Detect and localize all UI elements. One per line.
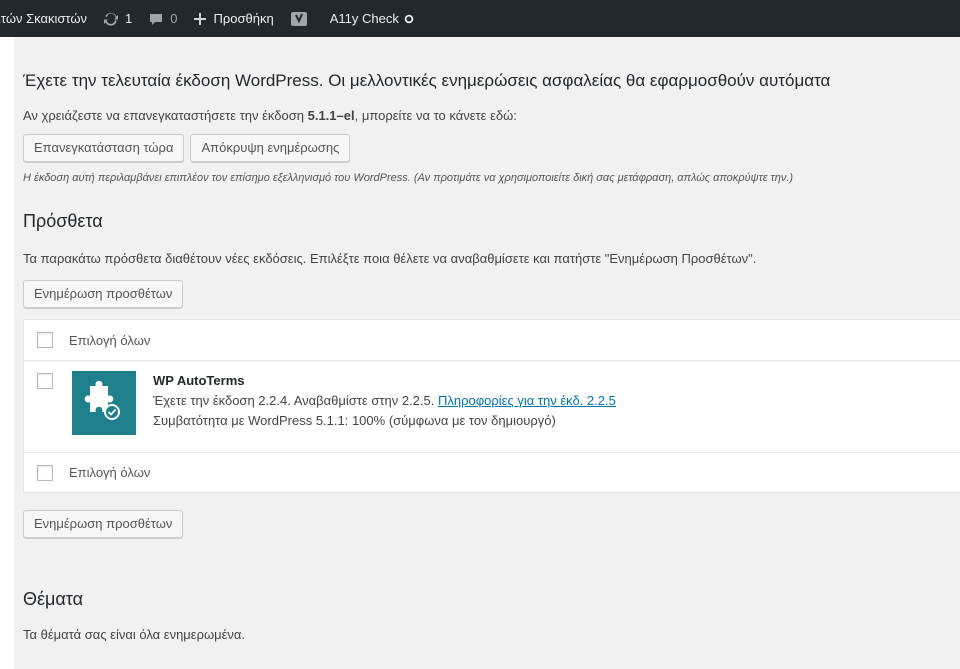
admin-bar: ιτών Σκακιστών 1 0 Προσθήκη A11y Check [0,0,960,37]
puzzle-check-icon [72,371,136,435]
comments-link[interactable]: 0 [140,0,185,37]
a11y-status-icon [404,14,414,24]
yoast-icon [290,10,308,28]
new-content-label: Προσθήκη [213,11,274,26]
plus-icon [193,12,207,26]
a11y-check-link[interactable]: A11y Check [322,0,422,37]
plugin-info: WP AutoTerms Έχετε την έκδοση 2.2.4. Ανα… [153,371,616,431]
hide-update-button[interactable]: Απόκρυψη ενημέρωσης [190,134,351,162]
updates-count: 1 [125,11,133,26]
select-all-row-top: Επιλογή όλων [24,320,960,360]
left-strip [0,37,14,669]
select-all-label-bottom[interactable]: Επιλογή όλων [69,465,150,480]
select-all-checkbox-bottom[interactable] [37,464,53,481]
main-content: Έχετε την τελευταία έκδοση WordPress. Οι… [23,37,960,642]
plugin-row: WP AutoTerms Έχετε την έκδοση 2.2.4. Ανα… [24,360,960,452]
yoast-link[interactable] [282,0,322,37]
plugin-compat-text: Συμβατότητα με WordPress 5.1.1: 100% (σύ… [153,413,556,428]
reinstall-text-suffix: , μπορείτε να το κάνετε εδώ: [354,108,517,123]
site-name-link[interactable]: ιτών Σκακιστών [0,0,95,37]
comments-count: 0 [170,11,178,26]
update-plugins-button-bottom[interactable]: Ενημέρωση προσθέτων [23,510,184,538]
comment-icon [148,11,164,27]
plugin-version-text: Έχετε την έκδοση 2.2.4. Αναβαθμίστε στην… [153,393,438,408]
plugin-details-link[interactable]: Πληροφορίες για την έκδ. 2.2.5 [438,393,616,408]
plugin-version-line: Έχετε την έκδοση 2.2.4. Αναβαθμίστε στην… [153,391,616,411]
core-update-buttons: Επανεγκατάσταση τώρα Απόκρυψη ενημέρωσης [23,134,960,162]
reinstall-text: Αν χρειάζεστε να επανεγκαταστήσετε την έ… [23,108,960,123]
core-update-title: Έχετε την τελευταία έκδοση WordPress. Οι… [23,71,831,90]
reinstall-button[interactable]: Επανεγκατάσταση τώρα [23,134,185,162]
plugin-name: WP AutoTerms [153,373,245,388]
new-content-link[interactable]: Προσθήκη [185,0,281,37]
reinstall-version: 5.1.1–el [307,108,355,123]
themes-status-text: Τα θέματά σας είναι όλα ενημερωμένα. [23,627,246,642]
themes-heading: Θέματα [23,589,84,609]
translation-note: Η έκδοση αυτή περιλαμβάνει επιπλέον τον … [23,172,794,184]
plugins-intro: Τα παρακάτω πρόσθετα διαθέτουν νέες εκδό… [23,251,757,266]
plugins-heading: Πρόσθετα [23,211,103,231]
plugins-table: Επιλογή όλων WP AutoTerms Έχετε την έκδο… [23,319,960,493]
updates-icon [103,11,119,27]
reinstall-text-prefix: Αν χρειάζεστε να επανεγκαταστήσετε την έ… [23,108,308,123]
a11y-check-label: A11y Check [329,11,399,26]
select-all-label-top[interactable]: Επιλογή όλων [69,333,150,348]
site-name: ιτών Σκακιστών [0,11,88,26]
select-all-row-bottom: Επιλογή όλων [24,452,960,492]
update-plugins-button-top[interactable]: Ενημέρωση προσθέτων [23,280,184,308]
plugin-checkbox[interactable] [37,373,53,389]
updates-link[interactable]: 1 [95,0,140,37]
select-all-checkbox-top[interactable] [37,332,53,348]
